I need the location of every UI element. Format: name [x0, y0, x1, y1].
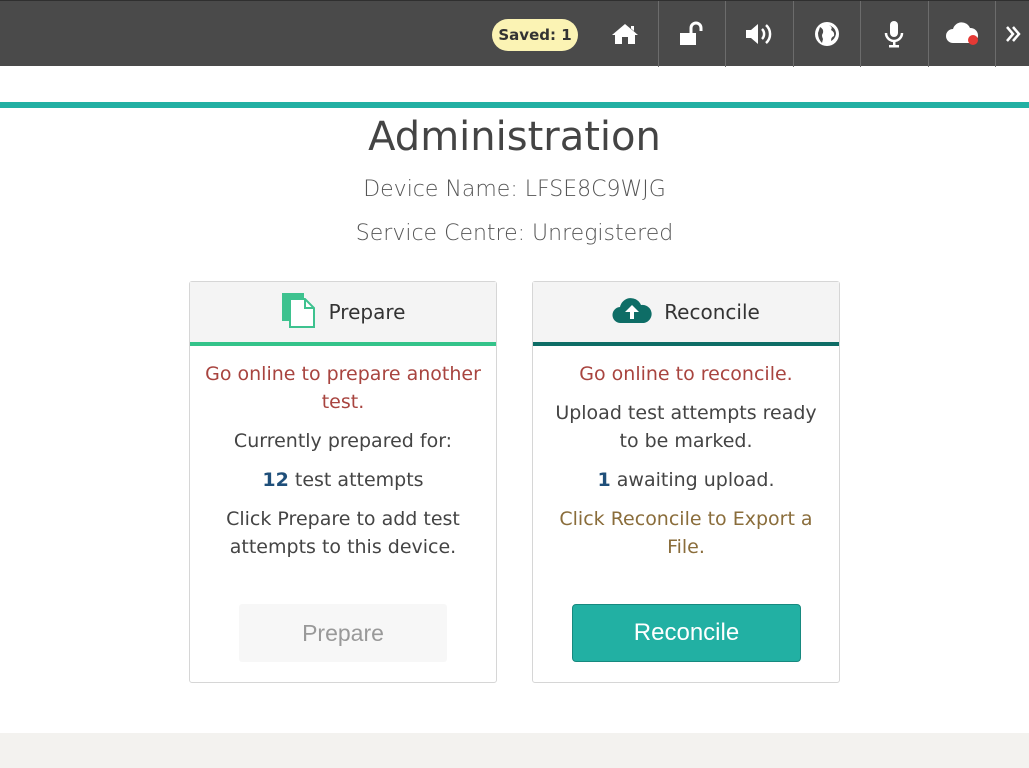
top-toolbar: Saved: 1: [0, 0, 1029, 67]
footer-bar: [0, 733, 1029, 768]
volume-button[interactable]: [726, 1, 792, 67]
prepare-card-header: Prepare: [190, 282, 496, 346]
prepared-for-label: Currently prepared for:: [233, 430, 453, 452]
globe-icon: [814, 21, 840, 47]
offline-status-dot: [968, 35, 978, 45]
attempt-count: 12: [262, 469, 289, 491]
device-name-label: Device Name: LFSE8C9WJG: [363, 177, 666, 202]
microphone-button[interactable]: [861, 1, 927, 67]
unlock-button[interactable]: [659, 1, 725, 67]
unlock-icon: [678, 21, 706, 47]
awaiting-suffix: awaiting upload.: [610, 469, 775, 491]
awaiting-count: 1: [597, 469, 611, 491]
upload-message: Upload test attempts ready to be marked.: [555, 402, 817, 452]
reconcile-card-header: Reconcile: [533, 282, 839, 346]
cloud-upload-icon: [612, 295, 652, 330]
reconcile-card-title: Reconcile: [664, 300, 760, 324]
prepare-button[interactable]: Prepare: [239, 604, 447, 662]
expand-menu-button[interactable]: [996, 1, 1029, 67]
home-icon: [611, 22, 639, 46]
prepare-offline-message: Go online to prepare another test.: [205, 363, 481, 413]
reconcile-instructions: Click Reconcile to Export a File.: [559, 508, 813, 558]
attempt-count-suffix: test attempts: [288, 469, 424, 491]
service-centre-label: Service Centre: Unregistered: [355, 221, 674, 246]
volume-icon: [744, 22, 774, 46]
awaiting-upload-line: 1 awaiting upload.: [545, 466, 827, 494]
page-title: Administration: [368, 114, 661, 160]
prepare-card: Prepare Go online to prepare another tes…: [189, 281, 497, 683]
cloud-status-icon: [945, 21, 979, 47]
cloud-status-button[interactable]: [929, 1, 995, 67]
attempt-count-line: 12 test attempts: [202, 466, 484, 494]
chevron-double-right-icon: [1005, 24, 1021, 44]
document-icon: [281, 292, 317, 333]
reconcile-button[interactable]: Reconcile: [572, 604, 801, 662]
prepare-card-title: Prepare: [328, 300, 406, 324]
microphone-icon: [883, 20, 905, 48]
saved-count-badge: Saved: 1: [492, 19, 578, 51]
reconcile-card: Reconcile Go online to reconcile. Upload…: [532, 281, 840, 683]
reconcile-offline-message: Go online to reconcile.: [579, 363, 793, 385]
accent-divider: [0, 102, 1029, 108]
globe-button[interactable]: [794, 1, 860, 67]
prepare-instructions: Click Prepare to add test attempts to th…: [226, 508, 460, 558]
home-button[interactable]: [592, 1, 658, 67]
